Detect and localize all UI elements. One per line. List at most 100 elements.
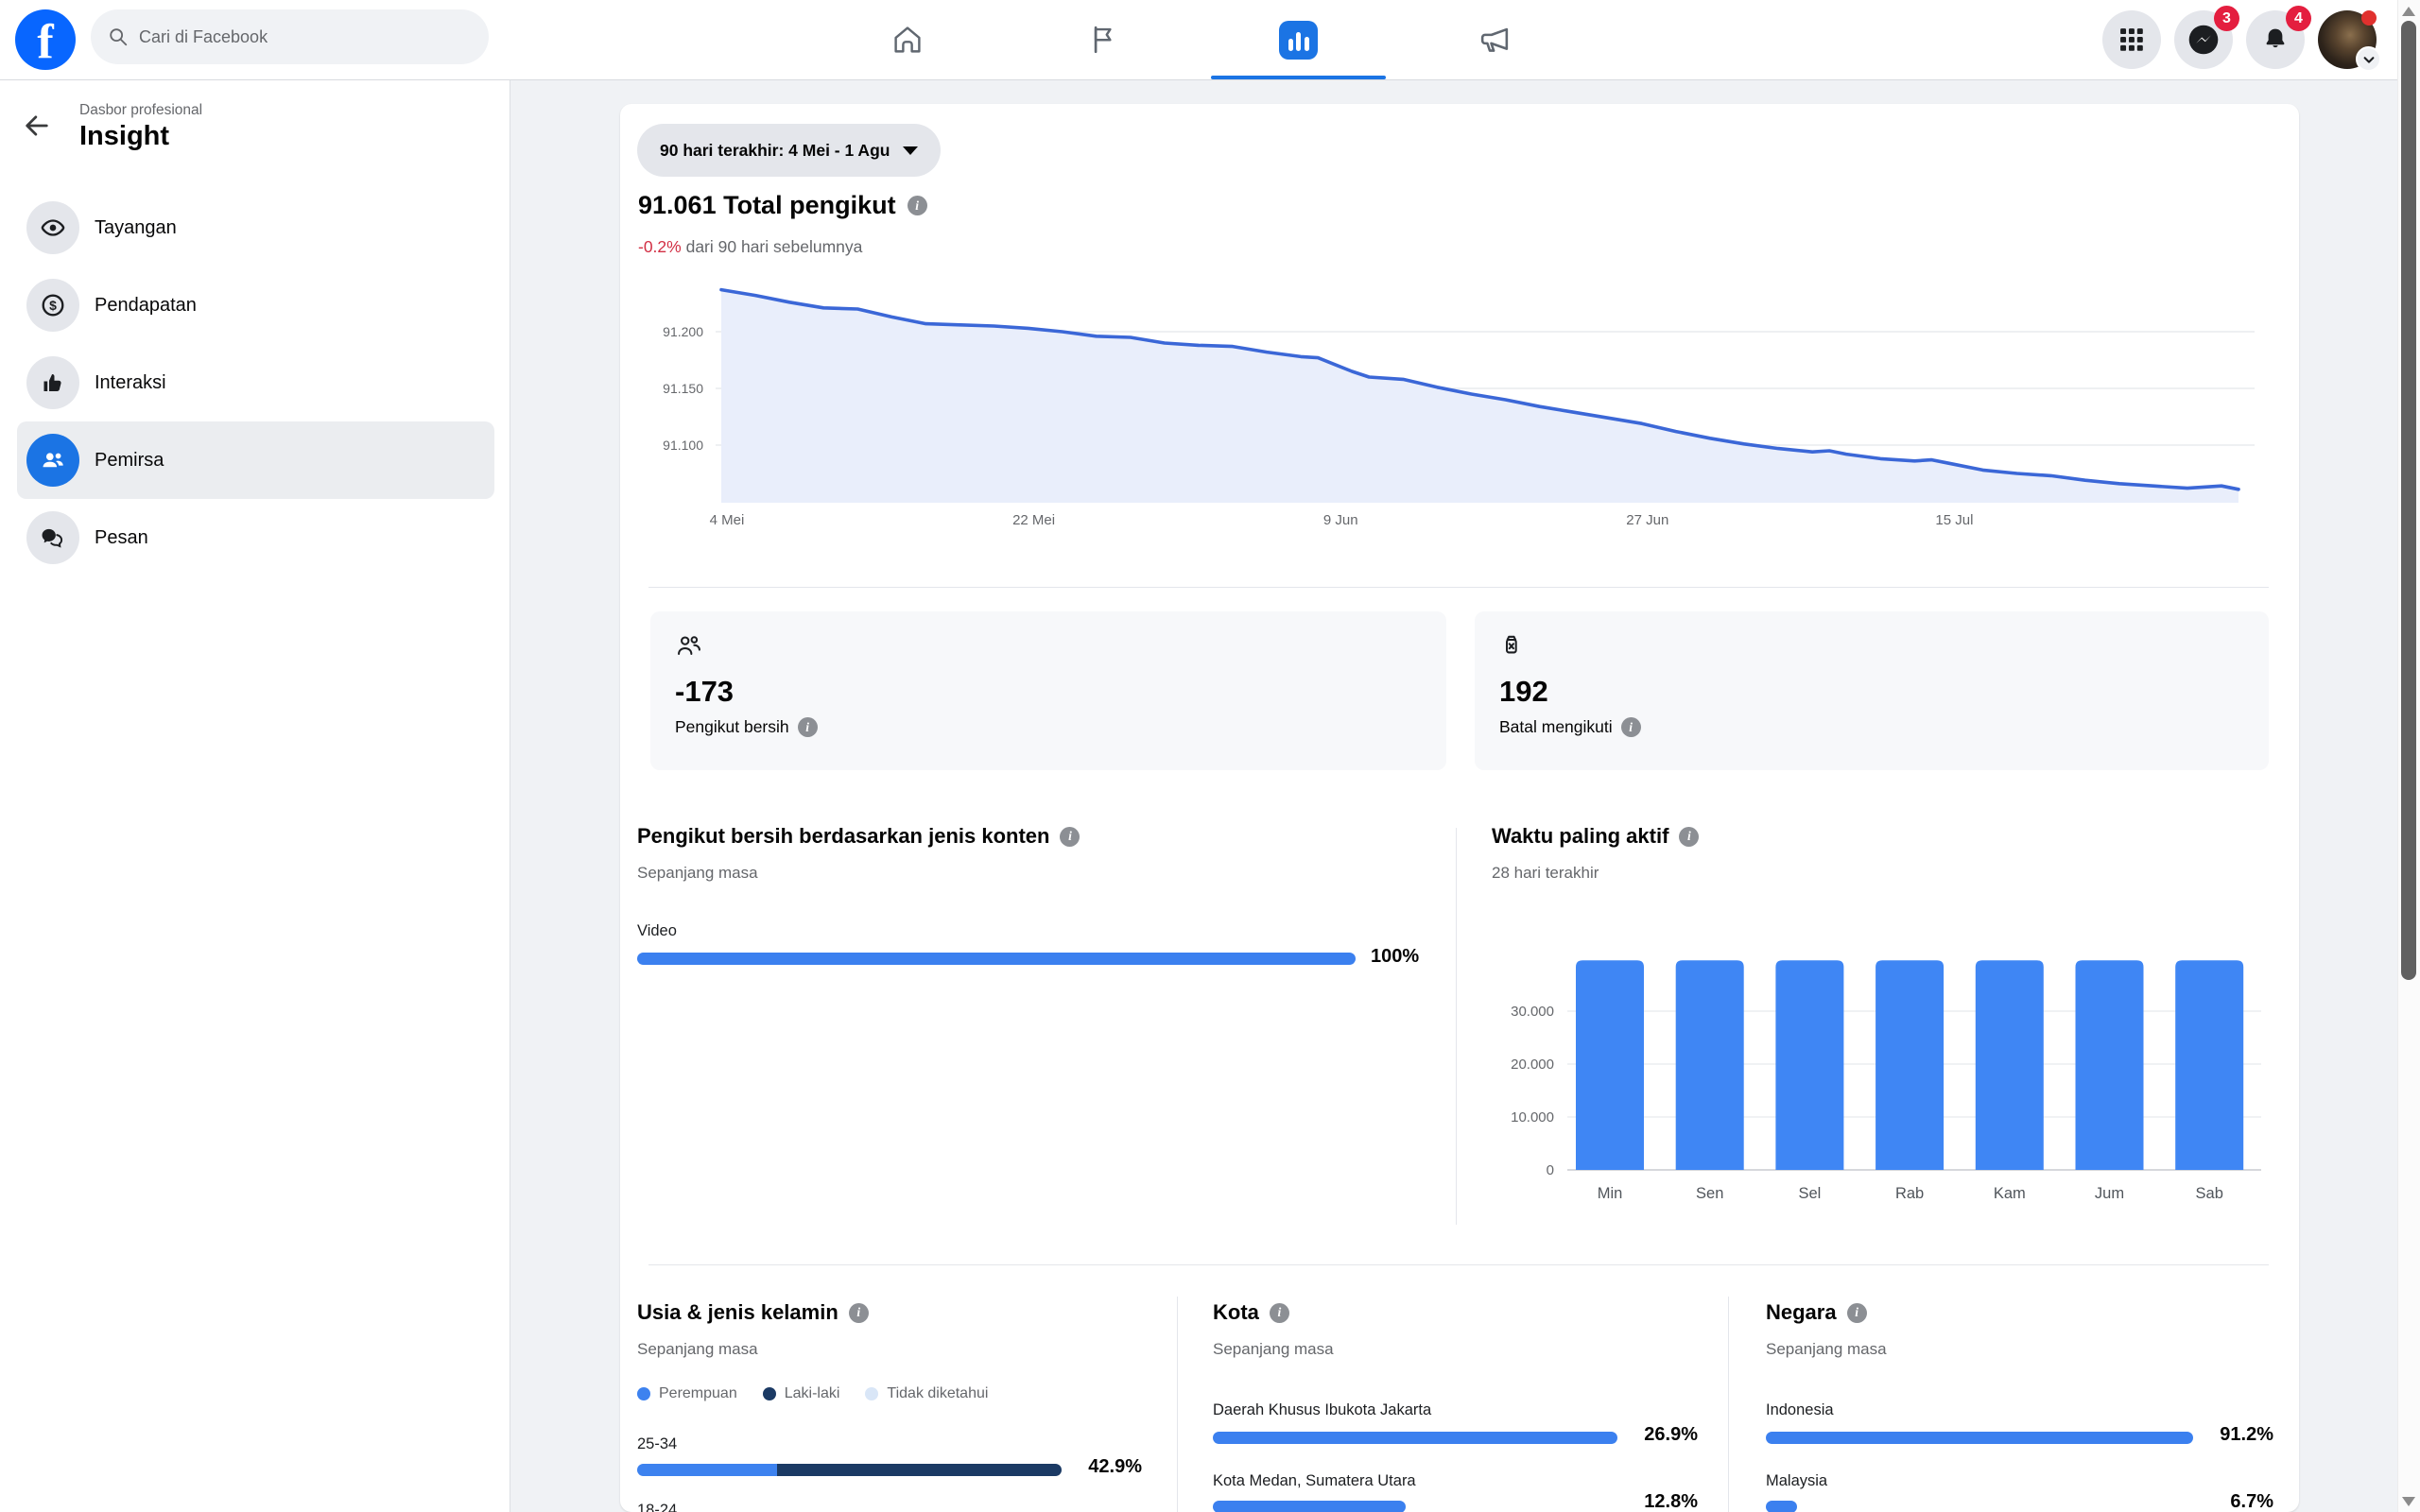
- megaphone-icon: [1478, 23, 1512, 57]
- info-icon[interactable]: i: [1270, 1303, 1289, 1323]
- tab-pages[interactable]: [1005, 0, 1201, 79]
- sidebar-menu: Tayangan $ Pendapatan Interaksi: [0, 189, 510, 576]
- home-icon: [891, 24, 924, 56]
- delta-value: -0.2%: [638, 237, 682, 256]
- scrollbar-thumb[interactable]: [2401, 21, 2416, 980]
- back-button[interactable]: [21, 110, 53, 142]
- delta-suffix: dari 90 hari sebelumnya: [686, 237, 863, 256]
- status-dot: [2361, 10, 2377, 26]
- age-gender-subtitle: Sepanjang masa: [637, 1340, 758, 1359]
- net-followers-card: -173 Pengikut bersih i: [650, 611, 1446, 770]
- people-icon: [26, 434, 79, 487]
- followers-trend-chart: 91.20091.15091.1004 Mei22 Mei9 Jun27 Jun…: [620, 272, 2299, 541]
- date-range-dropdown[interactable]: 90 hari terakhir: 4 Mei - 1 Agu: [637, 124, 941, 177]
- svg-text:20.000: 20.000: [1511, 1057, 1554, 1073]
- legend-dot-female: [637, 1387, 650, 1400]
- active-times-subtitle: 28 hari terakhir: [1492, 864, 1599, 883]
- country-row-label: Indonesia: [1766, 1401, 1834, 1419]
- profile-avatar[interactable]: [2318, 10, 2377, 69]
- chevron-down-icon: [903, 146, 918, 155]
- sidebar-item-label: Pesan: [95, 527, 148, 549]
- tab-insights[interactable]: [1201, 0, 1396, 79]
- info-icon[interactable]: i: [1679, 827, 1699, 847]
- insights-icon: [1279, 21, 1318, 60]
- gender-legend: Perempuan Laki-laki Tidak diketahui: [637, 1385, 988, 1402]
- content-type-row-label: Video: [637, 922, 677, 940]
- content-type-bar: [637, 953, 1356, 965]
- notifications-button[interactable]: 4: [2246, 10, 2305, 69]
- city-row-pct: 12.8%: [1213, 1491, 1698, 1512]
- age-row-pct: 42.9%: [637, 1456, 1142, 1478]
- content-type-section-title: Pengikut bersih berdasarkan jenis konten…: [637, 824, 1080, 849]
- sidebar-eyebrow: Dasbor profesional: [79, 102, 202, 119]
- countries-subtitle: Sepanjang masa: [1766, 1340, 1887, 1359]
- sidebar-item-pendapatan[interactable]: $ Pendapatan: [0, 266, 510, 344]
- search-placeholder: Cari di Facebook: [139, 27, 268, 47]
- search-input[interactable]: Cari di Facebook: [91, 9, 489, 64]
- content-type-subtitle: Sepanjang masa: [637, 864, 758, 883]
- legend-tidak-diketahui: Tidak diketahui: [865, 1385, 988, 1402]
- info-icon[interactable]: i: [798, 717, 818, 737]
- sidebar-item-pesan[interactable]: Pesan: [0, 499, 510, 576]
- info-icon[interactable]: i: [908, 196, 927, 215]
- search-icon: [108, 26, 129, 47]
- legend-laki-laki: Laki-laki: [763, 1385, 840, 1402]
- menu-button[interactable]: [2102, 10, 2161, 69]
- sidebar-item-pemirsa[interactable]: Pemirsa: [17, 421, 494, 499]
- sidebar-item-interaksi[interactable]: Interaksi: [0, 344, 510, 421]
- facebook-logo[interactable]: f: [15, 9, 76, 70]
- content-type-pct: 100%: [1371, 946, 1437, 968]
- unfollows-value: 192: [1499, 675, 2244, 709]
- scroll-up-arrow[interactable]: [2402, 7, 2415, 16]
- divider: [648, 587, 2269, 588]
- svg-text:0: 0: [1547, 1162, 1554, 1178]
- svg-text:10.000: 10.000: [1511, 1109, 1554, 1125]
- sidebar-item-label: Interaksi: [95, 372, 166, 394]
- tab-ads[interactable]: [1396, 0, 1592, 79]
- svg-text:91.150: 91.150: [663, 381, 703, 396]
- info-icon[interactable]: i: [1621, 717, 1641, 737]
- age-row-label: 18-24: [637, 1502, 677, 1512]
- people-outline-icon: [675, 632, 703, 661]
- sidebar-item-label: Pemirsa: [95, 450, 164, 472]
- sidebar-item-tayangan[interactable]: Tayangan: [0, 189, 510, 266]
- svg-text:Sab: Sab: [2196, 1185, 2223, 1202]
- cities-subtitle: Sepanjang masa: [1213, 1340, 1334, 1359]
- followers-delta: -0.2% dari 90 hari sebelumnya: [638, 237, 862, 257]
- info-icon[interactable]: i: [1060, 827, 1080, 847]
- unfollows-label: Batal mengikuti i: [1499, 717, 2244, 737]
- thumbs-up-icon: [26, 356, 79, 409]
- insights-main-panel: 90 hari terakhir: 4 Mei - 1 Agu 91.061 T…: [620, 104, 2299, 1512]
- svg-text:91.200: 91.200: [663, 324, 703, 339]
- svg-text:Sel: Sel: [1798, 1185, 1821, 1202]
- city-row-pct: 26.9%: [1213, 1424, 1698, 1446]
- messenger-icon: [2186, 22, 2221, 58]
- facebook-insights-page: f Cari di Facebook: [0, 0, 2420, 1512]
- tab-home[interactable]: [809, 0, 1005, 79]
- legend-dot-male: [763, 1387, 776, 1400]
- net-followers-value: -173: [675, 675, 1422, 709]
- sidebar-title: Insight: [79, 121, 169, 152]
- info-icon[interactable]: i: [849, 1303, 869, 1323]
- page-scrollbar[interactable]: [2397, 0, 2420, 1512]
- svg-text:22 Mei: 22 Mei: [1012, 512, 1055, 528]
- age-gender-section-title: Usia & jenis kelamini: [637, 1300, 869, 1325]
- scroll-down-arrow[interactable]: [2402, 1497, 2415, 1506]
- topbar-actions: 3 4: [2102, 10, 2377, 69]
- main-tabs: [809, 0, 1592, 79]
- account-chevron-down-icon: [2356, 46, 2381, 72]
- messenger-button[interactable]: 3: [2174, 10, 2233, 69]
- messenger-badge: 3: [2214, 6, 2239, 31]
- dollar-icon: $: [26, 279, 79, 332]
- active-times-section-title: Waktu paling aktifi: [1492, 824, 1699, 849]
- country-row-label: Malaysia: [1766, 1472, 1827, 1490]
- svg-text:4 Mei: 4 Mei: [710, 512, 745, 528]
- svg-text:30.000: 30.000: [1511, 1004, 1554, 1020]
- divider: [648, 1264, 2269, 1265]
- info-icon[interactable]: i: [1847, 1303, 1867, 1323]
- legend-perempuan: Perempuan: [637, 1385, 737, 1402]
- divider: [1456, 828, 1457, 1225]
- top-navigation-bar: f Cari di Facebook: [0, 0, 2420, 80]
- eye-icon: [26, 201, 79, 254]
- cities-section-title: Kotai: [1213, 1300, 1289, 1325]
